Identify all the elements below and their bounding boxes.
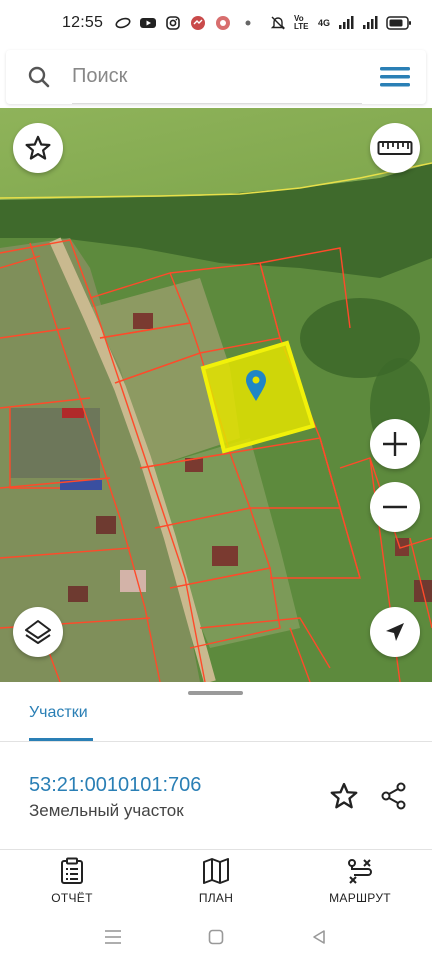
plus-icon — [380, 429, 410, 459]
star-outline-icon — [24, 134, 52, 162]
home-square-icon — [208, 929, 224, 945]
parcel-type-label: Земельный участок — [29, 801, 184, 820]
navigation-arrow-icon — [383, 620, 407, 644]
map-plan-icon — [201, 856, 231, 886]
measure-button[interactable] — [370, 123, 420, 173]
nav-plan-label: ПЛАН — [198, 891, 234, 905]
youtube-icon — [140, 15, 157, 31]
ruler-icon — [377, 138, 413, 158]
share-button[interactable] — [376, 778, 412, 814]
satellite-imagery — [0, 108, 432, 682]
cadastral-number[interactable]: 53:21:0010101:706 — [29, 774, 201, 797]
home-button[interactable] — [201, 922, 231, 952]
nav-plan[interactable]: ПЛАН — [161, 856, 271, 912]
search-bar — [6, 50, 426, 104]
app-notification-icon — [215, 15, 231, 31]
back-triangle-icon — [311, 929, 327, 945]
signal-icon-2 — [362, 15, 378, 31]
recent-apps-icon — [104, 929, 122, 945]
messenger-icon — [190, 15, 206, 31]
nav-report[interactable]: ОТЧЁТ — [17, 856, 127, 912]
signal-icon — [338, 15, 354, 31]
hamburger-menu-icon — [380, 66, 410, 88]
menu-button[interactable] — [372, 50, 418, 104]
tab-parcels[interactable]: Участки — [29, 704, 88, 742]
instagram-icon — [165, 15, 181, 31]
star-outline-icon — [329, 781, 359, 811]
recent-apps-button[interactable] — [98, 922, 128, 952]
mute-bell-icon — [270, 15, 286, 31]
nav-route[interactable]: МАРШРУТ — [305, 856, 415, 912]
battery-icon — [386, 16, 412, 30]
layers-icon — [23, 617, 53, 647]
add-favorite-button[interactable] — [326, 778, 362, 814]
tabs-divider — [0, 741, 432, 742]
dot-icon — [240, 15, 256, 31]
search-icon[interactable] — [14, 50, 64, 104]
report-icon — [57, 856, 87, 886]
zoom-out-button[interactable] — [370, 482, 420, 532]
nav-report-label: ОТЧЁТ — [51, 891, 93, 905]
layers-button[interactable] — [13, 607, 63, 657]
sheet-drag-handle[interactable] — [188, 691, 243, 695]
volte-label: Vo LTE — [293, 14, 309, 31]
bottom-navigation: ОТЧЁТ ПЛАН МАРШРУТ — [0, 850, 432, 914]
zoom-in-button[interactable] — [370, 419, 420, 469]
map-view[interactable] — [0, 108, 432, 682]
system-navigation-bar — [0, 914, 432, 960]
map-bookmark-button[interactable] — [13, 123, 63, 173]
nav-route-label: МАРШРУТ — [329, 891, 391, 905]
signal-4g-label: 4G — [317, 18, 330, 28]
share-icon — [379, 781, 409, 811]
parcel-info-sheet: Участки 53:21:0010101:706 Земельный учас… — [0, 682, 432, 852]
search-input[interactable] — [72, 50, 362, 104]
status-time: 12:55 — [62, 14, 104, 31]
minus-icon — [380, 492, 410, 522]
back-button[interactable] — [304, 922, 334, 952]
status-bar: 12:55 Vo LTE 4G — [0, 0, 432, 46]
route-icon — [345, 856, 375, 886]
cloud-icon — [115, 15, 131, 31]
my-location-button[interactable] — [370, 607, 420, 657]
